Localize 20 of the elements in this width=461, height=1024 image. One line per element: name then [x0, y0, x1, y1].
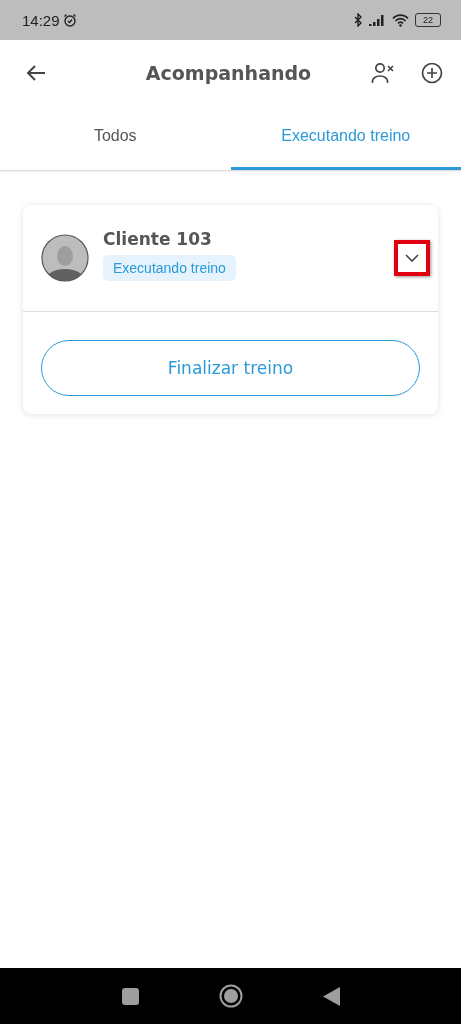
- back-icon[interactable]: [322, 986, 340, 1006]
- add-circle-icon: [421, 61, 443, 84]
- tab[interactable]: Executando treino: [230, 105, 461, 170]
- wifi-icon: [392, 13, 409, 27]
- screen-title: Acompanhando: [144, 61, 313, 84]
- status-tag: Executando treino: [103, 255, 236, 281]
- expand-button[interactable]: [394, 240, 430, 276]
- battery-indicator: 22: [415, 13, 441, 27]
- signal-icon: [369, 14, 386, 26]
- bluetooth-icon: [354, 13, 363, 27]
- home-icon[interactable]: [218, 984, 243, 1008]
- status-time: 14:29: [22, 11, 60, 29]
- tab[interactable]: Todos: [0, 105, 231, 170]
- person-remove-icon: [371, 61, 395, 84]
- alarm-icon: [62, 13, 77, 27]
- avatar-icon: [41, 234, 89, 282]
- client-name: Cliente 103: [103, 229, 212, 249]
- finish-workout-button[interactable]: Finalizar treino: [41, 340, 420, 396]
- recents-icon[interactable]: [121, 987, 139, 1005]
- back-arrow-icon: [26, 63, 46, 82]
